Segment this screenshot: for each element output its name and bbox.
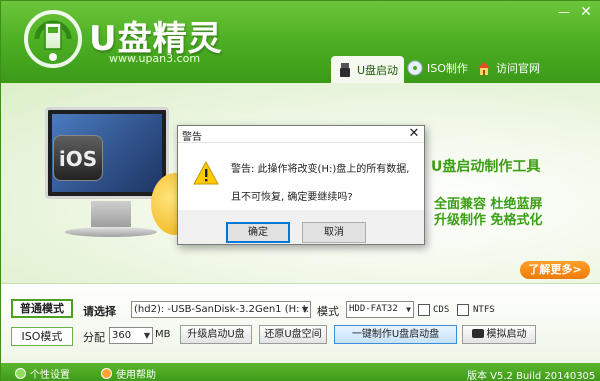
status-bar: 个性设置 使用帮助 版本 V5.2 Build 20140305 [1,363,600,381]
disk-select-value: (hd2): -USB-SanDisk-3.2Gen1 (H: I: ) 5 [134,304,311,315]
monitor-neck [91,201,131,227]
monitor-icon [471,329,484,338]
personal-settings-link[interactable]: 个性设置 [15,366,70,381]
simulate-boot-button[interactable]: 模拟启动 [462,325,536,344]
settings-icon [15,368,26,379]
help-link[interactable]: 使用帮助 [101,366,156,381]
ios-badge: iOS [53,135,103,181]
one-click-make-boot-button[interactable]: 一键制作U盘启动盘 [334,325,457,344]
normal-mode-button[interactable]: 普通模式 [11,299,73,318]
mode-label: 模式 [317,305,339,318]
tab-usb-boot-label: U盘启动 [357,63,399,77]
version-text: 版本 V5.2 Build 20140305 [467,371,596,381]
disk-select[interactable]: (hd2): -USB-SanDisk-3.2Gen1 (H: I: ) 5 ▼ [131,301,311,318]
select-disk-label: 请选择 [83,305,116,318]
ntfs-checkbox[interactable] [457,304,469,316]
tab-official-site[interactable]: 访问官网 [470,56,546,80]
mode-select[interactable]: HDD-FAT32 ▼ [346,301,414,318]
mode-select-value: HDD-FAT32 [349,304,398,314]
upgrade-boot-usb-button[interactable]: 升级启动U盘 [180,325,252,344]
cd-disc-icon [407,60,423,76]
chevron-down-icon: ▼ [301,305,308,314]
alloc-label: 分配 [83,331,105,344]
home-icon [478,62,490,75]
chevron-down-icon: ▼ [143,331,150,340]
personal-settings-label: 个性设置 [30,370,70,381]
cdfs-checkbox[interactable] [418,304,430,316]
header: U盘精灵 www.upan3.com — ✕ U盘启动 ISO制作 访问官网 [1,1,600,83]
app-url: www.upan3.com [109,52,201,65]
learn-more-button[interactable]: 了解更多> [520,261,590,279]
dialog-message-line2: 且不可恢复, 确定要继续吗? [231,192,353,203]
close-button[interactable]: ✕ [579,5,593,19]
tagline-main: U盘启动制作工具 [431,159,541,175]
tab-official-site-label: 访问官网 [496,62,540,75]
dialog-title: 警告 [182,132,202,143]
warning-icon [193,161,219,185]
usb-drive-icon [340,62,350,77]
alloc-select-value: 360 [112,330,132,341]
cdfs-label: CDS [433,305,450,315]
tab-iso-make[interactable]: ISO制作 [401,56,474,80]
app-logo-icon [24,10,82,68]
ok-button[interactable]: 确定 [226,222,290,243]
dialog-titlebar: 警告 ✕ [178,126,424,143]
app-window: U盘精灵 www.upan3.com — ✕ U盘启动 ISO制作 访问官网 i… [0,0,600,381]
cancel-button[interactable]: 取消 [302,222,366,243]
dialog-message-line1: 警告: 此操作将改变(H:)盘上的所有数据, [231,164,410,175]
iso-mode-button[interactable]: ISO模式 [11,327,73,346]
dialog-footer: 确定 取消 [178,210,424,244]
simulate-boot-label: 模拟启动 [486,329,527,340]
monitor-base [65,227,157,237]
ntfs-label: NTFS [473,305,495,315]
control-panel: 普通模式 ISO模式 请选择 (hd2): -USB-SanDisk-3.2Ge… [1,283,600,363]
help-icon [101,368,112,379]
chevron-down-icon: ▼ [406,305,411,314]
restore-usb-space-button[interactable]: 还原U盘空间 [259,325,327,344]
dialog-body: 警告: 此操作将改变(H:)盘上的所有数据, 且不可恢复, 确定要继续吗? [178,143,424,209]
help-label: 使用帮助 [116,370,156,381]
tagline-upgrade: 升级制作 免格式化 [434,213,543,228]
warning-dialog: 警告 ✕ 警告: 此操作将改变(H:)盘上的所有数据, 且不可恢复, 确定要继续… [177,125,425,245]
dialog-close-icon[interactable]: ✕ [406,126,422,142]
alloc-unit: MB [155,329,171,340]
minimize-button[interactable]: — [557,5,571,19]
tab-iso-make-label: ISO制作 [427,62,468,75]
tab-usb-boot[interactable]: U盘启动 [331,56,405,83]
alloc-select[interactable]: 360 ▼ [109,327,153,344]
